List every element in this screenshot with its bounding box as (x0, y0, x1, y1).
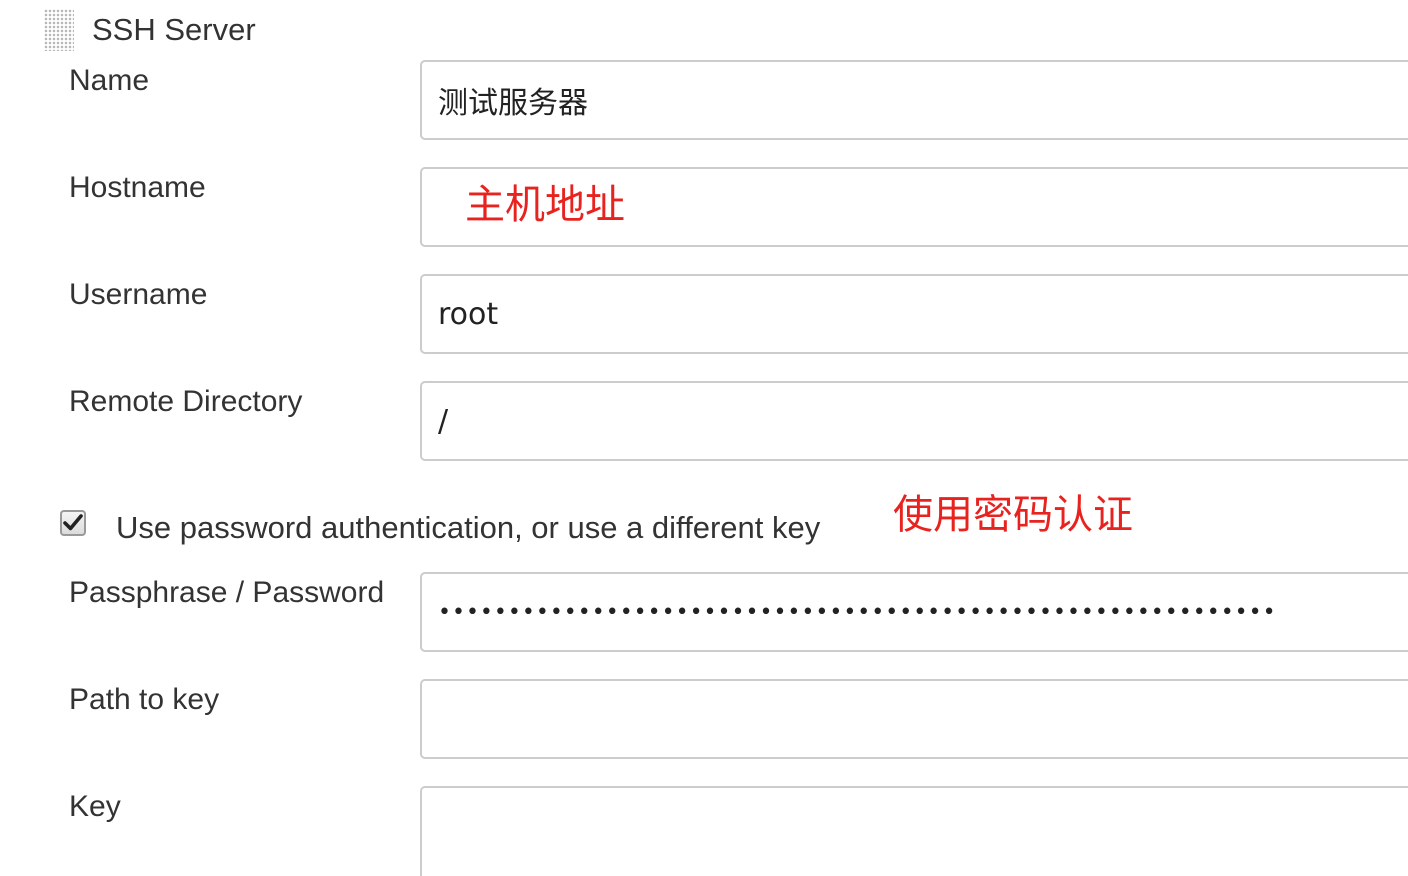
hostname-label: Hostname (69, 171, 206, 204)
use-password-row: Use password authentication, or use a di… (60, 500, 820, 546)
check-icon (63, 514, 83, 531)
key-textarea[interactable] (420, 786, 1408, 876)
name-input[interactable] (420, 60, 1408, 140)
passphrase-label: Passphrase / Password (69, 576, 385, 609)
use-password-annotation: 使用密码认证 (893, 492, 1133, 538)
path-to-key-input[interactable] (420, 679, 1408, 759)
username-label: Username (69, 278, 208, 311)
username-input[interactable] (420, 274, 1408, 354)
remote-directory-label: Remote Directory (69, 385, 303, 418)
passphrase-input[interactable] (420, 572, 1408, 652)
drag-handle-icon[interactable] (44, 9, 74, 51)
section-title: SSH Server (92, 12, 256, 47)
use-password-label: Use password authentication, or use a di… (116, 510, 821, 545)
use-password-checkbox[interactable] (60, 510, 86, 536)
hostname-annotation: 主机地址 (465, 182, 625, 228)
ssh-server-config-panel: SSH Server Name Hostname 主机地址 Username R… (0, 0, 1408, 876)
section-header: SSH Server (44, 8, 256, 52)
path-to-key-label: Path to key (69, 683, 220, 716)
name-label: Name (69, 64, 150, 97)
remote-directory-input[interactable] (420, 381, 1408, 461)
key-label: Key (69, 790, 121, 823)
